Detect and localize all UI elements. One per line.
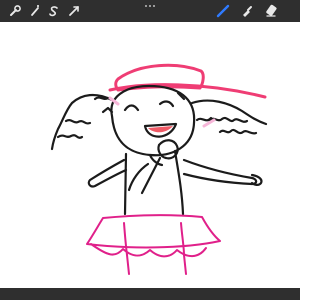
left-arm — [87, 158, 128, 188]
skirt-outline — [86, 214, 221, 249]
hair-right-curl-3 — [195, 116, 213, 122]
eraser-icon[interactable] — [262, 2, 280, 20]
brush-icon[interactable] — [214, 2, 232, 20]
hair-left-curl-1 — [64, 119, 92, 125]
right-leg — [183, 254, 187, 275]
hair-right-curl-2 — [218, 128, 258, 135]
torso-right-line — [173, 149, 185, 216]
hat-brim — [108, 83, 267, 99]
right-eye — [158, 100, 175, 108]
skirt-fold-2 — [180, 222, 185, 256]
top-toolbar — [0, 0, 300, 22]
microphone-handle — [140, 156, 162, 195]
wrench-icon[interactable] — [6, 2, 24, 20]
hair-left-curl-2 — [56, 134, 84, 139]
left-eye — [123, 104, 140, 112]
transform-arrow-icon[interactable] — [65, 2, 83, 20]
selection-s-icon[interactable] — [45, 2, 63, 20]
right-arm — [182, 158, 258, 186]
more-options-icon[interactable] — [138, 1, 162, 11]
bottom-bar — [0, 288, 300, 300]
magic-wand-icon[interactable] — [26, 2, 44, 20]
smudge-icon[interactable] — [238, 2, 256, 20]
microphone-head — [157, 139, 179, 160]
hair-right-curl-1 — [208, 116, 249, 123]
drawing-canvas[interactable] — [0, 22, 300, 288]
hair-left-curl-3 — [93, 96, 110, 101]
mouth-fill — [148, 126, 173, 133]
torso-left-line — [123, 152, 128, 216]
left-leg — [126, 254, 130, 275]
sketch-drawing — [50, 63, 268, 275]
